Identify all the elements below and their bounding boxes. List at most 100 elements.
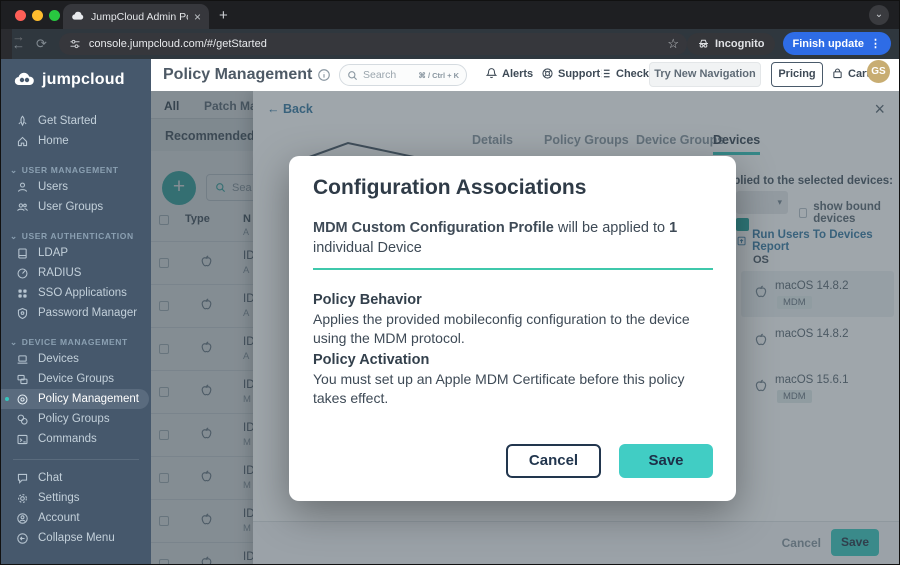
section-device-management[interactable]: ⌄DEVICE MANAGEMENT	[1, 335, 151, 349]
sidebar-item-label: Chat	[38, 472, 62, 484]
section-label: USER MANAGEMENT	[22, 165, 119, 175]
search-icon	[347, 70, 358, 81]
finish-update-button[interactable]: Finish update ⋮	[783, 32, 892, 55]
sidebar-item-label: Policy Groups	[38, 413, 110, 425]
avatar[interactable]: GS	[867, 60, 890, 83]
gear-icon	[16, 492, 29, 505]
cart-button[interactable]: Cart	[831, 67, 870, 80]
policy-management-icon	[16, 393, 29, 406]
support-icon	[541, 67, 554, 80]
commands-icon	[16, 433, 29, 446]
sidebar-item-label: Collapse Menu	[38, 532, 115, 544]
rocket-icon	[16, 115, 29, 128]
content-area: All Patch Ma Recommended P + Sea Type N …	[151, 91, 900, 565]
sidebar-item-label: Device Groups	[38, 373, 114, 385]
tab-overflow-chevron-icon[interactable]: ⌄	[869, 5, 889, 25]
chevron-down-icon: ⌄	[10, 337, 18, 348]
sidebar-item-label: Account	[38, 512, 80, 524]
cart-icon	[831, 67, 844, 80]
sidebar-item-sso-applications[interactable]: SSO Applications	[1, 283, 151, 303]
page-title: Policy Management	[163, 66, 312, 84]
pricing-button[interactable]: Pricing	[771, 62, 823, 87]
sidebar-item-ldap[interactable]: LDAP	[1, 243, 151, 263]
sidebar-item-collapse-menu[interactable]: Collapse Menu	[1, 528, 151, 548]
new-tab-button[interactable]: +	[219, 7, 228, 24]
sidebar-item-label: RADIUS	[38, 267, 81, 279]
policy-behavior-text: Applies the provided mobileconfig config…	[313, 311, 690, 345]
sidebar-item-label: Settings	[38, 492, 80, 504]
global-search-input[interactable]: Search ⌘ / Ctrl + K	[339, 64, 467, 86]
sidebar-item-label: Password Manager	[38, 307, 137, 319]
user-groups-icon	[16, 201, 29, 214]
sidebar-item-settings[interactable]: Settings	[1, 488, 151, 508]
sidebar-item-account[interactable]: Account	[1, 508, 151, 528]
search-shortcut-hint: ⌘ / Ctrl + K	[418, 71, 459, 80]
sidebar-item-user-groups[interactable]: User Groups	[1, 197, 151, 217]
try-new-navigation-button[interactable]: Try New Navigation	[649, 62, 761, 87]
support-button[interactable]: Support	[541, 67, 600, 80]
policy-behavior-title: Policy Behavior	[313, 291, 717, 310]
policy-activation-section: Policy Activation You must set up an App…	[313, 351, 717, 407]
sidebar-item-get-started[interactable]: Get Started	[1, 111, 151, 131]
kebab-icon[interactable]: ⋮	[870, 37, 881, 50]
device-count: 1	[669, 220, 677, 236]
user-icon	[16, 181, 29, 194]
section-user-management[interactable]: ⌄ USER MANAGEMENT	[1, 163, 151, 177]
incognito-badge: Incognito	[687, 33, 775, 55]
browser-tab[interactable]: JumpCloud Admin Portal ×	[63, 4, 209, 29]
tab-close-icon[interactable]: ×	[194, 10, 201, 24]
section-user-authentication[interactable]: ⌄ USER AUTHENTICATION	[1, 229, 151, 243]
policy-activation-text: You must set up an Apple MDM Certificate…	[313, 371, 684, 405]
incognito-label: Incognito	[715, 38, 765, 50]
tab-title: JumpCloud Admin Portal	[91, 11, 188, 23]
sidebar-item-label: Policy Management	[38, 393, 139, 405]
account-icon	[16, 512, 29, 525]
sidebar-item-radius[interactable]: RADIUS	[1, 263, 151, 283]
bookmark-star-icon[interactable]: ☆	[667, 36, 679, 52]
incognito-icon	[697, 37, 710, 50]
sidebar-item-password-manager[interactable]: Password Manager	[1, 303, 151, 323]
jumpcloud-logo[interactable]: jumpcloud	[1, 59, 151, 89]
address-bar[interactable]: console.jumpcloud.com/#/getStarted	[59, 33, 687, 55]
bell-icon	[485, 67, 498, 80]
sidebar-item-label: Get Started	[38, 115, 97, 127]
traffic-light-close[interactable]	[15, 10, 26, 21]
sidebar-item-devices[interactable]: Devices	[1, 349, 151, 369]
sidebar-item-policy-management[interactable]: Policy Management	[1, 389, 149, 409]
policy-behavior-section: Policy Behavior Applies the provided mob…	[313, 291, 717, 347]
policy-groups-icon	[16, 413, 29, 426]
brand-name: jumpcloud	[42, 71, 125, 89]
chevron-down-icon: ⌄	[10, 231, 18, 242]
url-text: console.jumpcloud.com/#/getStarted	[89, 38, 267, 50]
password-manager-icon	[16, 307, 29, 320]
chevron-down-icon: ⌄	[10, 165, 18, 176]
search-placeholder: Search	[363, 69, 413, 81]
sidebar-item-label: SSO Applications	[38, 287, 127, 299]
traffic-light-zoom[interactable]	[49, 10, 60, 21]
sidebar-item-commands[interactable]: Commands	[1, 429, 151, 449]
checklist-icon	[599, 67, 612, 80]
sidebar-item-home[interactable]: Home	[1, 131, 151, 151]
jumpcloud-favicon	[71, 10, 85, 24]
sidebar-item-chat[interactable]: Chat	[1, 468, 151, 488]
site-settings-icon[interactable]	[69, 38, 81, 50]
alerts-button[interactable]: Alerts	[485, 67, 533, 80]
configuration-associations-modal: Configuration Associations MDM Custom Co…	[289, 156, 736, 501]
jumpcloud-cloud-icon	[13, 72, 37, 88]
support-label: Support	[558, 68, 600, 80]
section-label: USER AUTHENTICATION	[22, 231, 134, 241]
sidebar: jumpcloud Get Started Home ⌄ USER MANAGEM…	[1, 59, 151, 565]
sidebar-item-users[interactable]: Users	[1, 177, 151, 197]
sidebar-item-label: Home	[38, 135, 69, 147]
teal-divider	[313, 268, 713, 270]
info-icon[interactable]	[317, 68, 331, 82]
cancel-button[interactable]: Cancel	[506, 444, 601, 478]
sidebar-item-device-groups[interactable]: Device Groups	[1, 369, 151, 389]
sso-grid-icon	[16, 287, 29, 300]
browser-tabstrip: JumpCloud Admin Portal × + ⌄	[1, 1, 899, 29]
sidebar-item-policy-groups[interactable]: Policy Groups	[1, 409, 151, 429]
save-button[interactable]: Save	[619, 444, 713, 478]
traffic-light-minimize[interactable]	[32, 10, 43, 21]
modal-title: Configuration Associations	[313, 176, 586, 200]
home-icon	[16, 135, 29, 148]
